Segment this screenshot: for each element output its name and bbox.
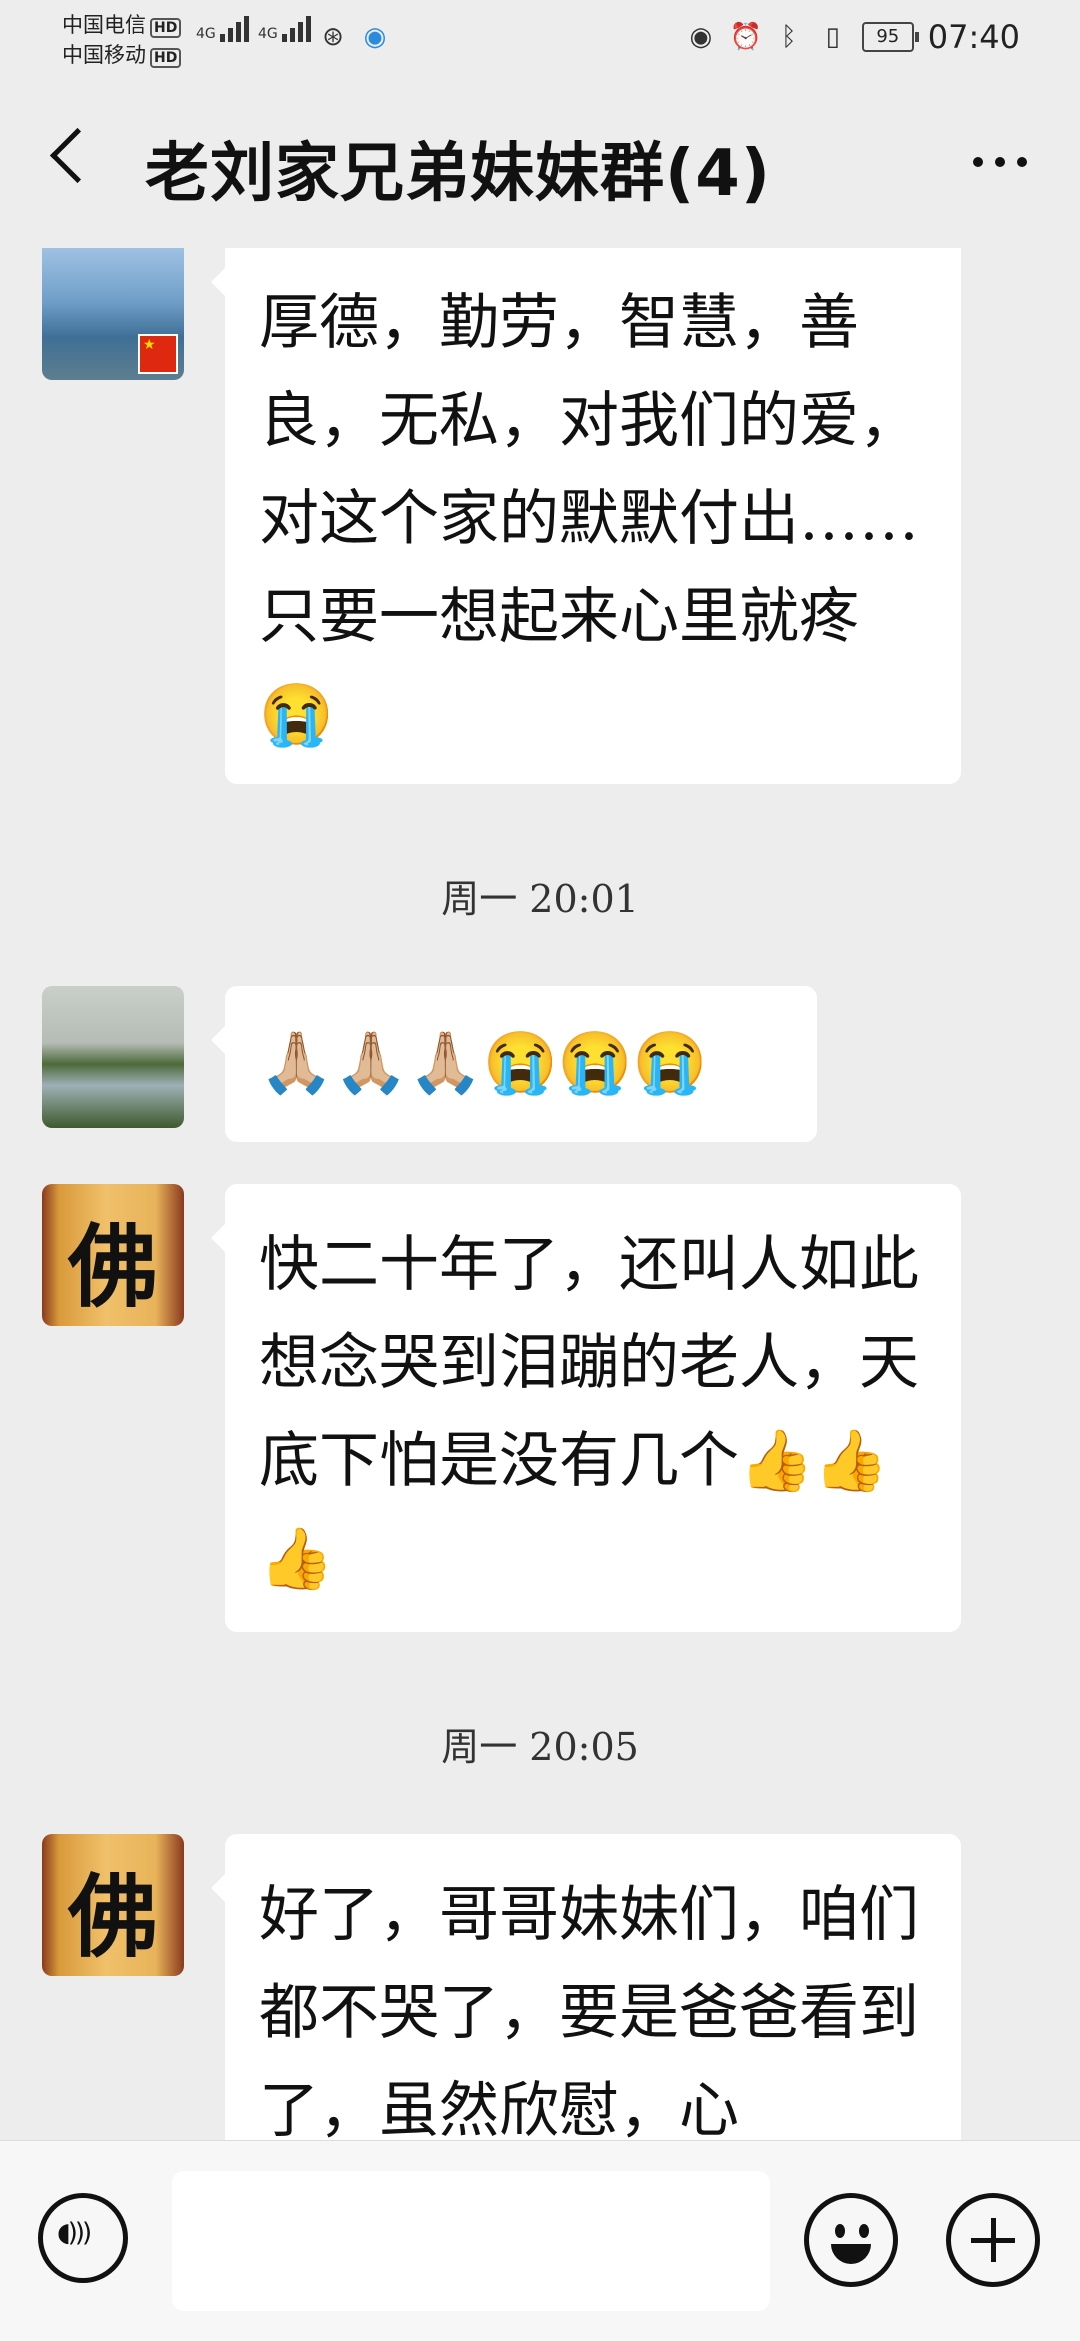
- avatar-glyph: 佛: [68, 1214, 158, 1320]
- chat-message-list[interactable]: 厚德，勤劳，智慧，善良，无私，对我们的爱，对这个家的默默付出……只要一想起来心里…: [0, 248, 1080, 2140]
- battery-icon: 95: [861, 22, 919, 52]
- avatar[interactable]: [42, 986, 184, 1128]
- status-right: ◉ ⏰ ᛒ ▯ 95 07:40: [686, 18, 1020, 56]
- avatar[interactable]: [42, 248, 184, 380]
- signal-icon: 4G: [196, 16, 252, 42]
- hd-badge: HD: [150, 18, 182, 38]
- network-type: 4G: [258, 26, 278, 42]
- signal-icon: 4G: [258, 16, 314, 42]
- emoji-icon: [835, 2224, 845, 2238]
- input-bar: [0, 2140, 1080, 2341]
- clock: 07:40: [927, 18, 1020, 56]
- eye-icon: ◉: [689, 22, 713, 52]
- message-bubble[interactable]: 🙏🏼🙏🏼🙏🏼😭😭😭: [211, 986, 817, 1142]
- flag-icon: [138, 334, 178, 374]
- network-type: 4G: [196, 26, 216, 42]
- page-title: 老刘家兄弟妹妹群(4): [145, 137, 772, 211]
- avatar-glyph: 佛: [68, 1864, 158, 1970]
- message-input[interactable]: [172, 2171, 770, 2311]
- emoji-icon: [831, 2244, 871, 2264]
- vibrate-icon: ▯: [825, 22, 840, 52]
- timestamp: 周一 20:05: [441, 1725, 639, 1769]
- alarm-icon: ⏰: [729, 22, 763, 52]
- add-more-button[interactable]: [946, 2193, 1040, 2287]
- carrier-1: 中国电信: [62, 13, 146, 37]
- emoji-button[interactable]: [804, 2193, 898, 2287]
- carrier-info: 中国电信 HD 中国移动 HD: [62, 10, 182, 70]
- voice-input-button[interactable]: [38, 2193, 128, 2283]
- back-button[interactable]: [44, 126, 104, 196]
- chat-header: 老刘家兄弟妹妹群(4): [0, 78, 1080, 248]
- carrier-2: 中国移动: [62, 43, 146, 67]
- timestamp: 周一 20:01: [441, 877, 639, 921]
- avatar[interactable]: 佛: [42, 1834, 184, 1976]
- sync-icon: ⊛: [322, 22, 344, 52]
- message-bubble[interactable]: 快二十年了，还叫人如此想念哭到泪蹦的老人，天底下怕是没有几个👍👍👍: [211, 1184, 961, 1632]
- bluetooth-icon: ᛒ: [780, 22, 797, 52]
- more-options-button[interactable]: [960, 132, 1040, 192]
- app-notification-icon: ◉: [363, 22, 387, 52]
- hd-badge: HD: [150, 48, 182, 68]
- status-bar: 中国电信 HD 中国移动 HD 4G 4G ⊛ ◉ ◉ ⏰ ᛒ ▯ 95 07:40: [0, 0, 1080, 78]
- message-bubble[interactable]: 厚德，勤劳，智慧，善良，无私，对我们的爱，对这个家的默默付出……只要一想起来心里…: [211, 248, 961, 784]
- emoji-icon: [859, 2224, 869, 2238]
- avatar[interactable]: 佛: [42, 1184, 184, 1326]
- message-bubble[interactable]: 好了，哥哥妹妹们，咱们都不哭了，要是爸爸看到了，虽然欣慰，心: [211, 1834, 961, 2140]
